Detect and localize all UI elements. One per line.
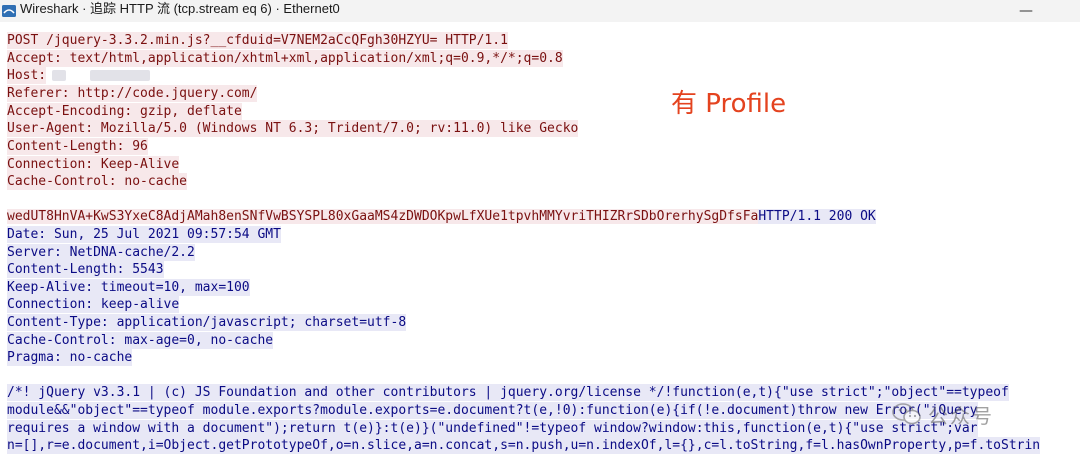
request-body: wedUT8HnVA+KwS3YxeC8AdjAMah8enSNfVwBSYSP…: [7, 209, 759, 224]
response-header: Date: Sun, 25 Jul 2021 09:57:54 GMT: [7, 226, 281, 243]
request-header: Accept-Encoding: gzip, deflate: [7, 103, 242, 120]
stream-content[interactable]: POST /jquery-3.3.2.min.js?__cfduid=V7NEM…: [0, 26, 1080, 456]
profile-annotation: 有 Profile: [671, 89, 787, 119]
minimize-button[interactable]: —: [1012, 0, 1040, 22]
request-line: POST /jquery-3.3.2.min.js?__cfduid=V7NEM…: [7, 32, 508, 49]
redacted-host: [52, 70, 66, 81]
wechat-icon: [892, 403, 921, 425]
wechat-watermark: 公众号: [892, 398, 1052, 430]
watermark-text: 公众号: [928, 403, 994, 428]
request-header-host: Host:: [7, 67, 47, 84]
wireshark-icon: [2, 5, 16, 17]
response-header: Pragma: no-cache: [7, 349, 133, 366]
response-body-line: requires a window with a document");retu…: [7, 420, 978, 437]
response-header: Content-Type: application/javascript; ch…: [7, 314, 407, 331]
response-header: Connection: keep-alive: [7, 296, 180, 313]
response-header: Server: NetDNA-cache/2.2: [7, 244, 195, 261]
response-header: Keep-Alive: timeout=10, max=100: [7, 279, 250, 296]
response-body-line: /*! jQuery v3.3.1 | (c) JS Foundation an…: [7, 384, 1009, 401]
response-status: HTTP/1.1 200 OK: [758, 209, 876, 224]
response-header: Content-Length: 5543: [7, 261, 164, 278]
request-header: Cache-Control: no-cache: [7, 173, 188, 190]
response-body-line: n=[],r=e.document,i=Object.getPrototypeO…: [7, 437, 1041, 454]
request-header: Content-Length: 96: [7, 138, 148, 155]
redacted-host: [90, 70, 150, 81]
request-header: Accept: text/html,application/xhtml+xml,…: [7, 50, 563, 67]
request-header: User-Agent: Mozilla/5.0 (Windows NT 6.3;…: [7, 120, 579, 137]
title-bar[interactable]: Wireshark · 追踪 HTTP 流 (tcp.stream eq 6) …: [0, 0, 1080, 22]
follow-http-stream-window: Wireshark · 追踪 HTTP 流 (tcp.stream eq 6) …: [0, 0, 1080, 456]
request-header: Connection: Keep-Alive: [7, 156, 180, 173]
request-header: Referer: http://code.jquery.com/: [7, 85, 258, 102]
response-body-line: module&&"object"==typeof module.exports?…: [7, 402, 978, 419]
response-header: Cache-Control: max-age=0, no-cache: [7, 332, 274, 349]
request-body-status-line: wedUT8HnVA+KwS3YxeC8AdjAMah8enSNfVwBSYSP…: [7, 208, 876, 225]
window-title: Wireshark · 追踪 HTTP 流 (tcp.stream eq 6) …: [20, 0, 340, 16]
